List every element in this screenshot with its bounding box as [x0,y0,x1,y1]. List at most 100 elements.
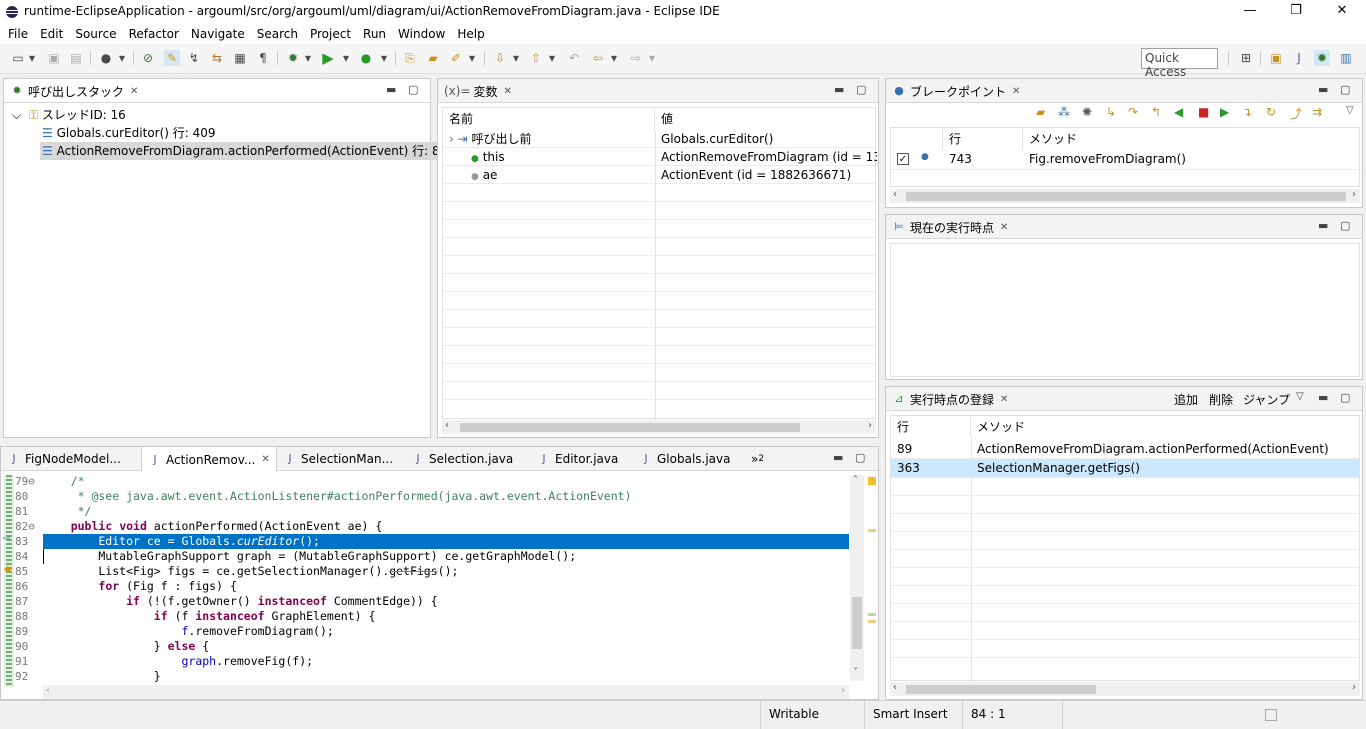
chevron-down-icon[interactable]: ▽ [1346,105,1354,116]
open-folder-icon[interactable]: ▰ [1036,105,1045,119]
editor-tab[interactable]: J Globals.java [633,447,737,471]
column-method[interactable]: メソッド [1023,128,1361,150]
tab-overflow-button[interactable]: » 2 [745,447,770,471]
code-line[interactable]: * @see java.awt.event.ActionListener#act… [43,489,632,504]
editor-tab-active[interactable]: J ActionRemov... ✕ [141,447,277,472]
external-tools-icon[interactable]: ● [358,50,374,66]
step-return-icon[interactable]: ↰ [1151,105,1161,119]
chevron-down-icon[interactable]: ▾ [548,50,556,66]
code-line[interactable]: MutableGraphSupport graph = (MutableGrap… [43,549,576,564]
step-into-icon[interactable]: ↳ [1106,105,1116,119]
java-perspective-icon[interactable]: J [1291,50,1307,66]
stack-frame-selected[interactable]: ☰ ActionRemoveFromDiagram.actionPerforme… [40,142,452,160]
debug-icon[interactable]: ✹ [285,50,301,66]
menu-navigate[interactable]: Navigate [185,24,251,44]
minimize-view-icon[interactable]: ▬ [833,451,843,464]
editor-tab[interactable]: J FigNodeModel... [1,447,127,471]
horizontal-scrollbar[interactable]: ‹ › [890,682,1360,696]
chevron-down-icon[interactable]: ▾ [610,50,618,66]
code-line[interactable]: f.removeFromDiagram(); [43,624,333,639]
column-line[interactable]: 行 [943,128,1023,150]
next-annotation-icon[interactable]: ⇩ [492,50,508,66]
horizontal-scrollbar[interactable]: ‹ › [442,420,876,434]
menu-edit[interactable]: Edit [34,24,69,44]
menu-help[interactable]: Help [451,24,490,44]
maximize-view-icon[interactable]: ▢ [1340,219,1350,232]
tab-exec-registration[interactable]: ⊿ 実行時点の登録 ✕ [886,387,1014,411]
chevron-down-icon[interactable]: ⌵ [12,108,21,122]
horizontal-scrollbar[interactable]: ‹ › [890,189,1360,203]
git-perspective-icon[interactable]: ▥ [1338,50,1354,66]
chevron-down-icon[interactable]: ▾ [342,50,350,66]
debug-perspective-icon[interactable]: ✹ [1314,50,1330,66]
close-icon[interactable]: ✕ [1012,86,1020,97]
jump-button[interactable]: ジャンプ [1243,391,1290,408]
editor-tab[interactable]: J SelectionMan... [277,447,399,471]
code-line[interactable]: */ [43,504,92,519]
code-line[interactable]: public void actionPerformed(ActionEvent … [43,519,383,534]
export-icon[interactable]: ⇉ [1312,105,1322,119]
code-line[interactable]: for (Fig f : figs) { [43,579,236,594]
progress-icon[interactable] [1265,709,1277,721]
last-edit-icon[interactable]: ↶ [566,50,582,66]
column-value[interactable]: 値 [655,108,877,130]
column-name[interactable]: 名前 [443,108,655,130]
save-all-icon[interactable]: ▤ [68,50,84,66]
menu-project[interactable]: Project [304,24,357,44]
delete-button[interactable]: 削除 [1209,391,1233,408]
bp-add-icon[interactable]: ⁂ [1058,105,1070,119]
use-step-filters-icon[interactable]: ⇆ [209,50,225,66]
chevron-down-icon[interactable]: ▾ [648,50,656,66]
column-method[interactable]: メソッド [971,416,1361,438]
step-over-icon[interactable]: ↷ [1128,105,1138,119]
chevron-down-icon[interactable]: ▾ [118,50,126,66]
minimize-view-icon[interactable]: ▬ [386,83,396,96]
chevron-down-icon[interactable]: ▾ [512,50,520,66]
maximize-view-icon[interactable]: ▢ [1340,391,1350,404]
thread-node[interactable]: ⌵ ⚿ スレッドID: 16 [12,106,126,124]
table-row[interactable]: 89 ActionRemoveFromDiagram.actionPerform… [891,440,1359,459]
minimize-button[interactable]: — [1227,0,1273,24]
table-row-selected[interactable]: 363 SelectionManager.getFigs() [891,459,1359,478]
code-line[interactable]: } else { [43,639,209,654]
vertical-scrollbar[interactable]: ˄ ˅ [850,475,864,681]
tab-variables[interactable]: (x)= 変数 ✕ [438,79,518,103]
minimize-view-icon[interactable]: ▬ [1318,219,1328,232]
editor-tab[interactable]: J Editor.java [531,447,624,471]
maximize-view-icon[interactable]: ▢ [1340,83,1350,96]
status-insert-mode[interactable]: Smart Insert [864,701,962,729]
skip-breakpoints-icon[interactable]: ⊘ [140,50,156,66]
open-perspective-icon[interactable]: ⊞ [1238,50,1254,66]
tab-current-exec[interactable]: ⊨ 現在の実行時点 ✕ [886,215,1014,239]
add-button[interactable]: 追加 [1174,391,1198,408]
chevron-down-icon[interactable]: ▾ [28,50,36,66]
close-button[interactable]: ✕ [1319,0,1365,24]
code-line[interactable]: if (!(f.getOwner() instanceof CommentEdg… [43,594,438,609]
pilcrow-icon[interactable]: ¶ [255,50,271,66]
drop-to-frame-icon[interactable]: ↯ [186,50,202,66]
redo-icon[interactable]: ↻ [1266,105,1276,119]
open-type-icon[interactable]: ⎘ [402,50,418,66]
horizontal-scrollbar[interactable]: ‹ › [43,685,849,699]
search-tool-icon[interactable]: ✐ [448,50,464,66]
table-row[interactable]: ● ae ActionEvent (id = 1882636671) [443,166,875,184]
settings-icon[interactable]: ✺ [1082,105,1092,119]
maximize-view-icon[interactable]: ▢ [408,83,418,96]
code-line[interactable]: graph.removeFig(f); [43,654,313,669]
minimize-view-icon[interactable]: ▬ [1318,391,1328,404]
menu-search[interactable]: Search [251,24,304,44]
jump-icon[interactable]: ⤴ [1290,105,1302,122]
code-line[interactable]: if (f instanceof GraphElement) { [43,609,376,624]
maximize-button[interactable]: ❐ [1273,0,1319,24]
highlight-icon[interactable]: ✎ [164,50,180,66]
close-icon[interactable]: ✕ [504,86,512,97]
close-icon[interactable]: ✕ [130,86,138,97]
maximize-view-icon[interactable]: ▢ [855,451,865,464]
maximize-view-icon[interactable]: ▢ [856,83,866,96]
minimize-view-icon[interactable]: ▬ [834,83,844,96]
chevron-down-icon[interactable]: ▾ [468,50,476,66]
editor-tab[interactable]: J Selection.java [405,447,519,471]
resume-back-icon[interactable]: ◀ [1174,105,1183,119]
previous-annotation-icon[interactable]: ⇧ [528,50,544,66]
console-icon[interactable]: ▦ [232,50,248,66]
